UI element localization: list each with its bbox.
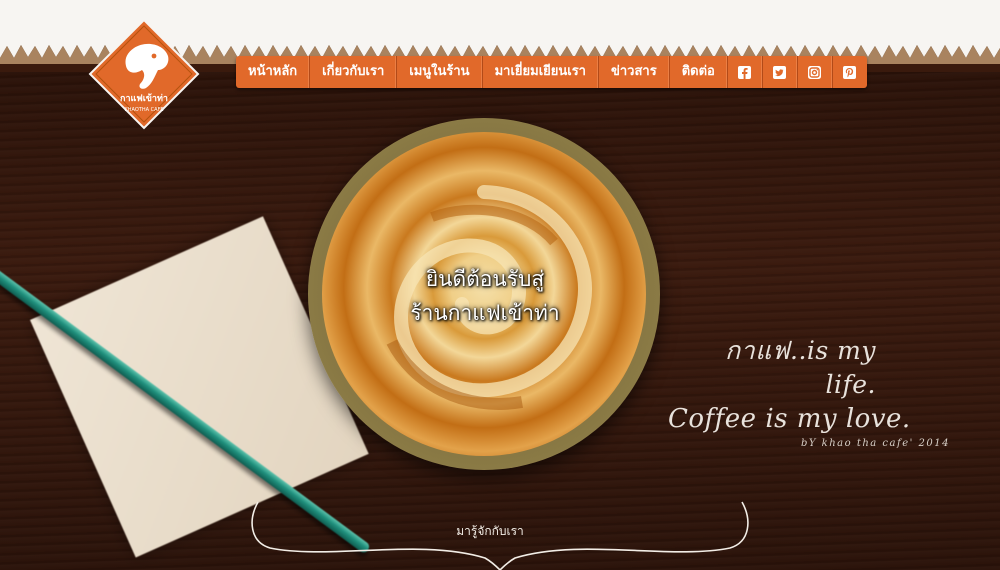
welcome-line-2: ร้านกาแฟเข้าท่า — [410, 301, 560, 325]
slogan-line-1: กาแฟ..is my life. — [725, 336, 876, 399]
nav-item-visit[interactable]: มาเยี่ยมเยียนเรา — [483, 56, 599, 88]
logo-thai-text: กาแฟเข้าท่า — [120, 93, 168, 104]
logo-english-text: KHAOTHA CAFE — [124, 107, 163, 113]
slogan: กาแฟ..is my life. Coffee is my love. bY … — [668, 334, 958, 449]
hero-welcome: ยินดีต้อนรับสู่ ร้านกาแฟเข้าท่า — [340, 262, 630, 330]
site-logo[interactable]: กาแฟเข้าท่า KHAOTHA CAFE — [88, 18, 200, 130]
about-us-link[interactable]: มารู้จักกับเรา — [430, 522, 550, 541]
facebook-icon[interactable] — [728, 56, 763, 88]
twitter-icon[interactable] — [763, 56, 798, 88]
nav-item-home[interactable]: หน้าหลัก — [236, 56, 311, 88]
pinterest-icon[interactable] — [833, 56, 867, 88]
slogan-credit: bY khao tha cafe' 2014 — [800, 438, 950, 449]
nav-item-about[interactable]: เกี่ยวกับเรา — [310, 56, 398, 88]
main-navigation: หน้าหลัก เกี่ยวกับเรา เมนูในร้าน มาเยี่ย… — [236, 56, 867, 88]
page: ยินดีต้อนรับสู่ ร้านกาแฟเข้าท่า กาแฟ..is… — [0, 0, 1000, 570]
nav-item-menu[interactable]: เมนูในร้าน — [397, 56, 483, 88]
nav-item-news[interactable]: ข่าวสาร — [599, 56, 670, 88]
instagram-icon[interactable] — [798, 56, 833, 88]
welcome-line-1: ยินดีต้อนรับสู่ — [425, 267, 545, 291]
nav-item-contact[interactable]: ติดต่อ — [670, 56, 728, 88]
slogan-line-2: Coffee is my love. — [668, 404, 911, 434]
